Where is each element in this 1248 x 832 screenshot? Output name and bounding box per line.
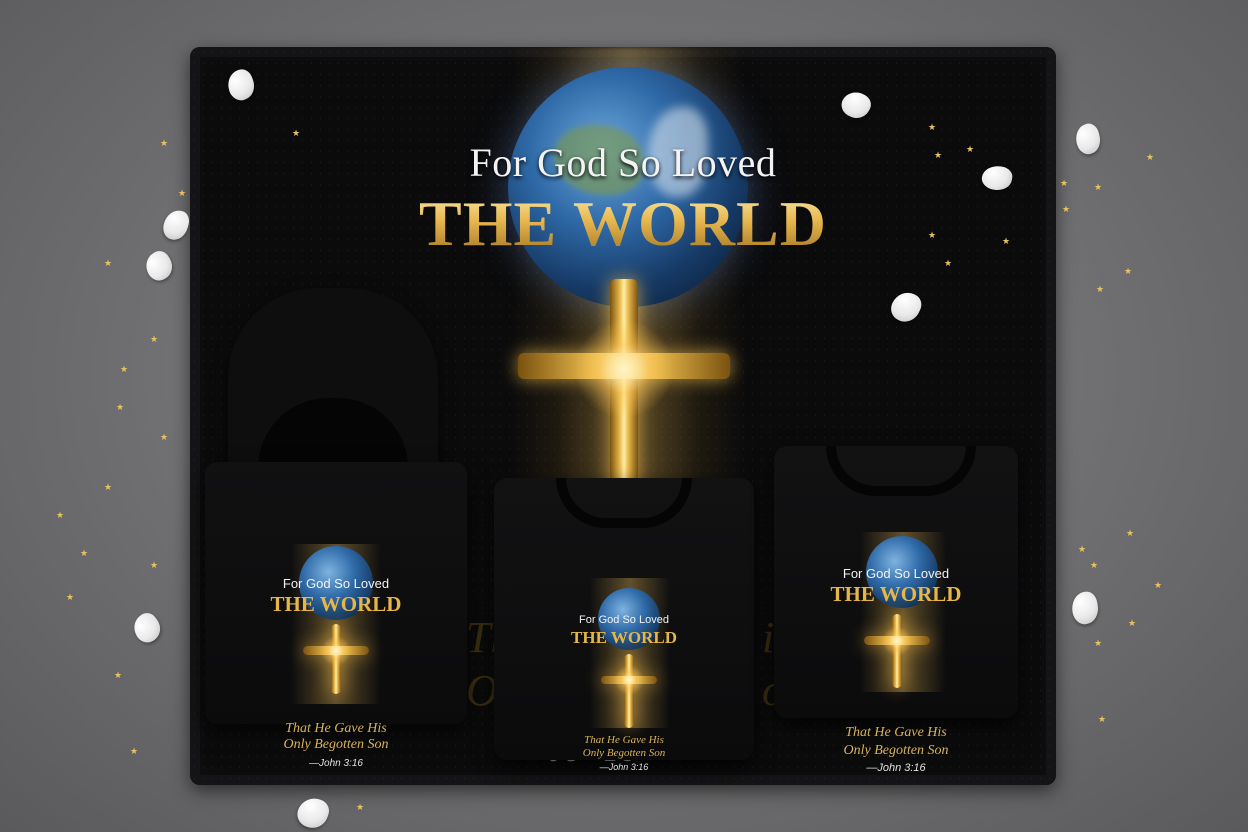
star-confetti-icon: ★ bbox=[1094, 639, 1103, 649]
star-confetti-icon: ★ bbox=[130, 747, 139, 757]
star-confetti-icon: ★ bbox=[66, 593, 75, 603]
hoodie-print-line2: THE WORLD bbox=[270, 592, 402, 616]
tee-right-print-verse-line2: Only Begotten Son bbox=[843, 742, 949, 758]
blanket-headline-line2: THE WORLD bbox=[190, 187, 1056, 261]
cross-icon bbox=[601, 654, 657, 728]
star-confetti-icon: ★ bbox=[1078, 545, 1087, 555]
star-confetti-icon: ★ bbox=[160, 433, 169, 443]
tee-right-print-reference: —John 3:16 bbox=[866, 762, 926, 774]
hoodie-print-reference: —John 3:16 bbox=[309, 758, 363, 769]
star-confetti-icon: ★ bbox=[1098, 715, 1107, 725]
tshirt-collar bbox=[556, 478, 692, 528]
tee-right-print-line1: For God So Loved bbox=[842, 566, 950, 581]
petal-icon bbox=[293, 793, 333, 832]
cross-icon bbox=[864, 614, 930, 688]
folded-hoodie: For God So Loved THE WORLD That He Gave … bbox=[205, 462, 467, 736]
star-confetti-icon: ★ bbox=[150, 335, 159, 345]
star-confetti-icon: ★ bbox=[104, 259, 113, 269]
star-confetti-icon: ★ bbox=[356, 803, 365, 813]
tee-center-print-verse-line2: Only Begotten Son bbox=[582, 747, 666, 759]
tshirt-collar bbox=[826, 446, 976, 496]
star-confetti-icon: ★ bbox=[1124, 267, 1133, 277]
star-confetti-icon: ★ bbox=[160, 139, 169, 149]
star-confetti-icon: ★ bbox=[116, 403, 125, 413]
hoodie-print-line1: For God So Loved bbox=[282, 576, 390, 591]
tee-center-print-line1: For God So Loved bbox=[579, 614, 669, 626]
petal-icon bbox=[1072, 121, 1104, 157]
blanket-headline-line1: For God So Loved bbox=[469, 140, 777, 185]
star-confetti-icon: ★ bbox=[114, 671, 123, 681]
folded-tshirt-right: For God So Loved THE WORLD bbox=[774, 446, 1018, 718]
star-confetti-icon: ★ bbox=[1146, 153, 1155, 163]
hoodie-print-verse-line1: That He Gave His bbox=[285, 721, 387, 736]
star-confetti-icon: ★ bbox=[966, 145, 975, 155]
petal-icon bbox=[140, 247, 178, 285]
star-confetti-icon: ★ bbox=[178, 189, 187, 199]
tee-center-print-reference: —John 3:16 bbox=[599, 762, 649, 772]
star-confetti-icon: ★ bbox=[56, 511, 65, 521]
star-confetti-icon: ★ bbox=[1094, 183, 1103, 193]
star-confetti-icon: ★ bbox=[1062, 205, 1071, 215]
star-confetti-icon: ★ bbox=[80, 549, 89, 559]
star-confetti-icon: ★ bbox=[120, 365, 129, 375]
petal-icon bbox=[1069, 589, 1101, 627]
star-confetti-icon: ★ bbox=[1128, 619, 1137, 629]
star-confetti-icon: ★ bbox=[104, 483, 113, 493]
star-confetti-icon: ★ bbox=[944, 259, 953, 269]
cross-icon bbox=[303, 624, 369, 694]
folded-tshirt-center: For God So Loved THE WORLD That He Gave … bbox=[494, 478, 754, 760]
product-mockup-scene: For God So Loved THE WORLD Th On is on J… bbox=[0, 0, 1248, 832]
tee-center-print-line2: THE WORLD bbox=[571, 628, 677, 647]
star-confetti-icon: ★ bbox=[1002, 237, 1011, 247]
star-confetti-icon: ★ bbox=[150, 561, 159, 571]
star-confetti-icon: ★ bbox=[1090, 561, 1099, 571]
cross-icon bbox=[514, 279, 734, 499]
star-confetti-icon: ★ bbox=[934, 151, 943, 161]
star-confetti-icon: ★ bbox=[1060, 179, 1069, 189]
petal-icon bbox=[160, 207, 192, 243]
hoodie-print-verse-line2: Only Begotten Son bbox=[283, 737, 389, 752]
star-confetti-icon: ★ bbox=[1154, 581, 1163, 591]
star-confetti-icon: ★ bbox=[928, 123, 937, 133]
tee-right-print-verse-line1: That He Gave His bbox=[845, 725, 947, 740]
petal-icon bbox=[128, 609, 166, 647]
tee-center-print-verse-line1: That He Gave His bbox=[584, 734, 664, 746]
tee-right-print-line2: THE WORLD bbox=[830, 582, 962, 606]
star-confetti-icon: ★ bbox=[928, 231, 937, 241]
star-confetti-icon: ★ bbox=[292, 129, 301, 139]
star-confetti-icon: ★ bbox=[1126, 529, 1135, 539]
star-confetti-icon: ★ bbox=[1096, 285, 1105, 295]
